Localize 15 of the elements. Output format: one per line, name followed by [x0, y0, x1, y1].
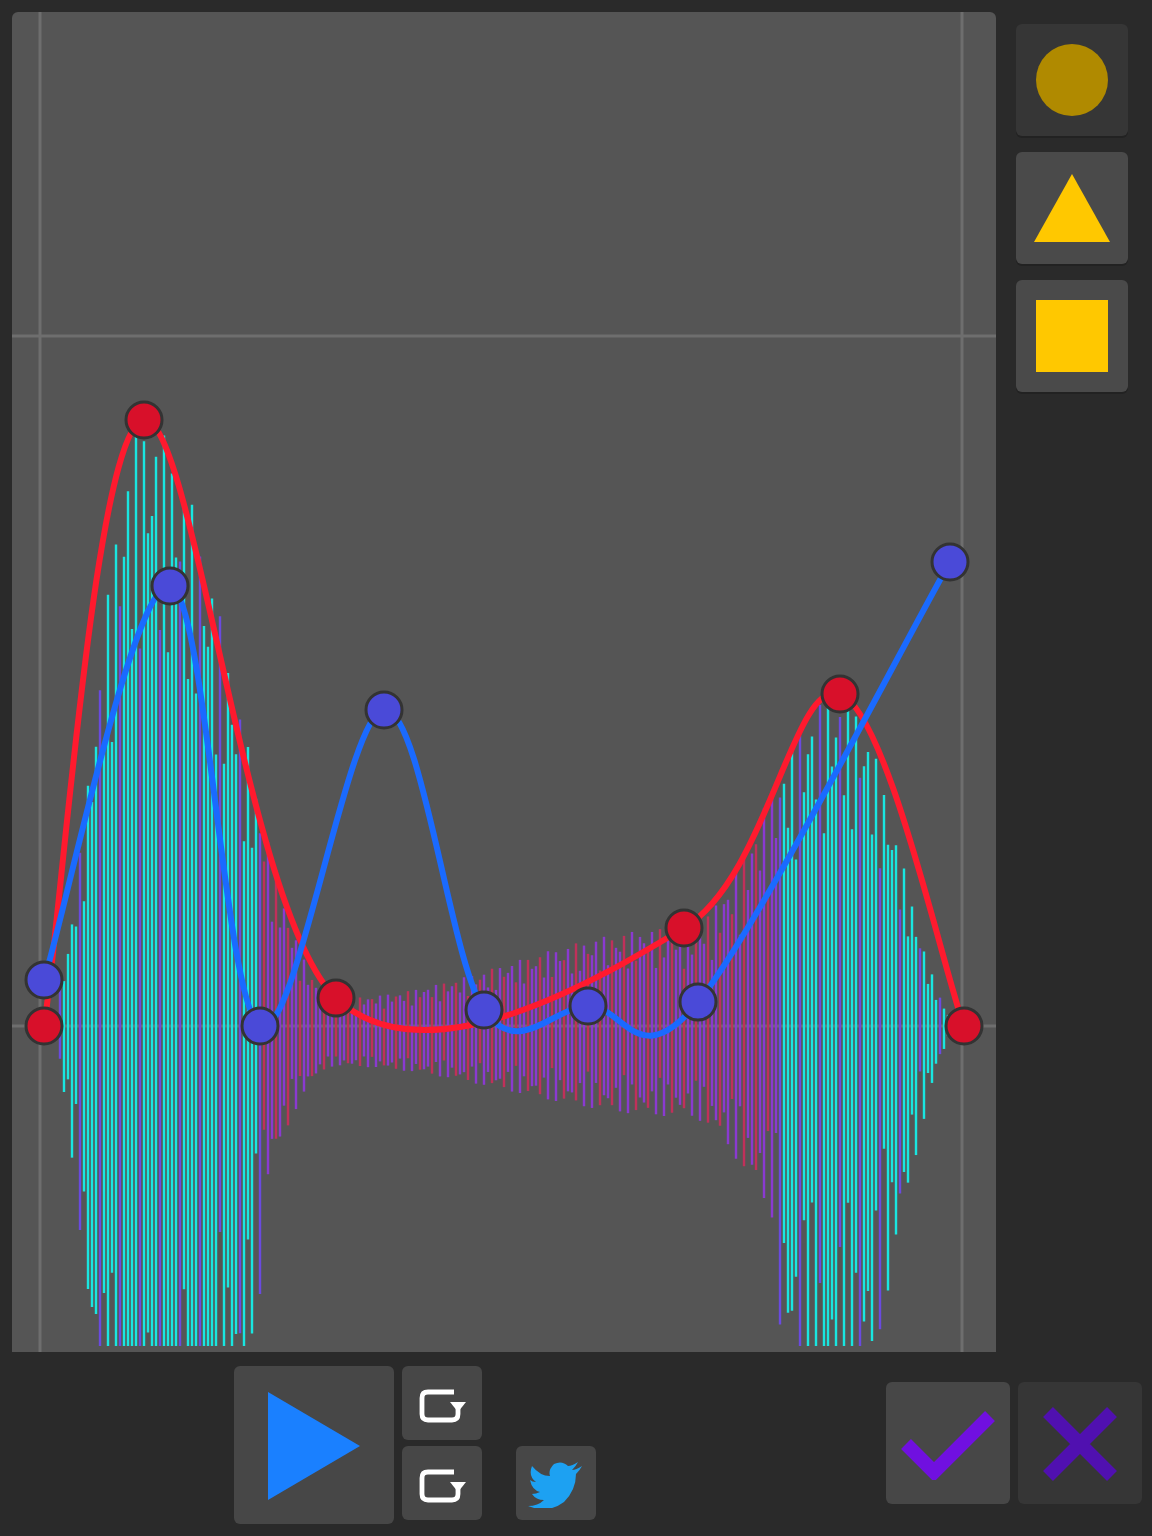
loop-button[interactable]	[402, 1366, 482, 1440]
close-icon	[1042, 1405, 1118, 1481]
waveform-curves-drawing[interactable]	[24, 400, 984, 1346]
shape-tool-button[interactable]	[1016, 280, 1128, 392]
shape-tool-button[interactable]	[1016, 152, 1128, 264]
shape-tool-button[interactable]	[1016, 24, 1128, 136]
circle-icon	[1036, 44, 1108, 116]
share-button[interactable]	[516, 1446, 596, 1520]
square-icon	[1036, 300, 1108, 372]
bird-icon	[528, 1459, 584, 1507]
graph-panel[interactable]	[12, 12, 996, 1352]
triangle-icon	[1034, 174, 1110, 242]
check-icon	[900, 1407, 996, 1479]
loop-button[interactable]	[402, 1446, 482, 1520]
play-icon	[268, 1391, 360, 1499]
